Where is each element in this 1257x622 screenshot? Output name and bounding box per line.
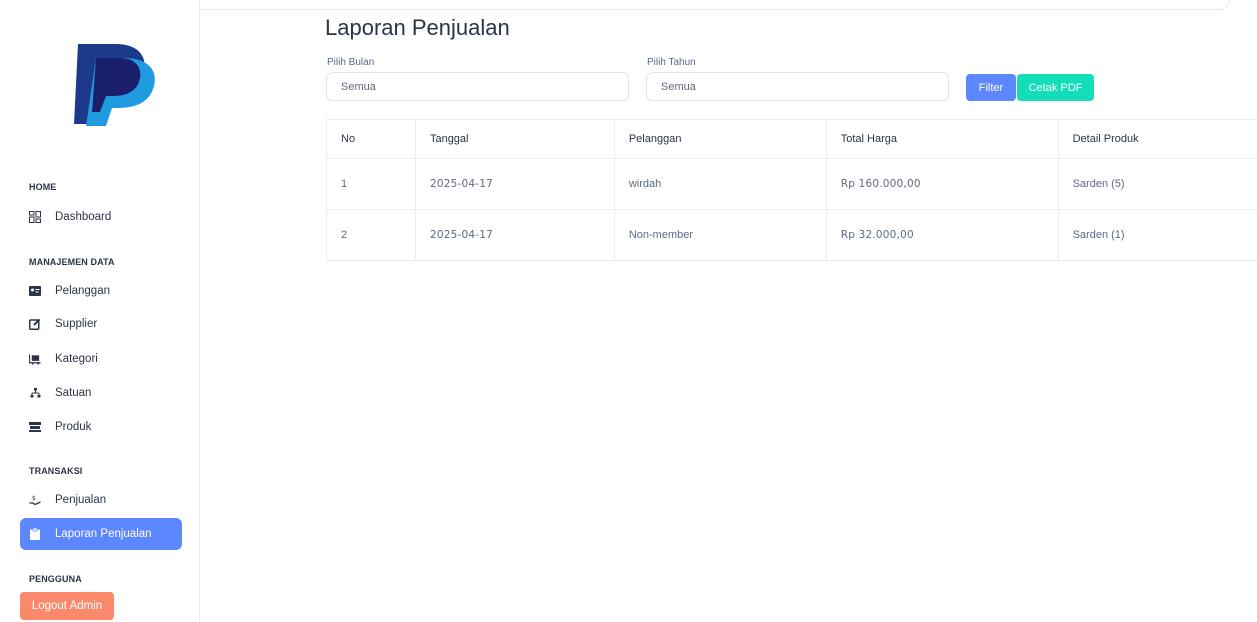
cell-total-harga: Rp 160.000,00 (825, 158, 1059, 210)
hand-coin-icon: $ (29, 494, 41, 506)
sidebar-item-pelanggan[interactable]: Pelanggan (20, 275, 182, 307)
edit-icon (29, 318, 41, 330)
section-home: HOME (29, 182, 57, 192)
svg-text:$: $ (32, 495, 36, 502)
paypal-logo (74, 44, 155, 126)
cell-pelanggan: Non-member (613, 209, 827, 261)
cell-detail-produk: Sarden (5) (1057, 158, 1257, 210)
cell-tanggal: 2025-04-17 (414, 158, 615, 210)
table-row: 2 2025-04-17 Non-member Rp 32.000,00 Sar… (326, 209, 1257, 261)
header-pelanggan: Pelanggan (613, 119, 827, 159)
cell-no: 2 (326, 209, 416, 261)
header-no: No (326, 119, 416, 159)
month-select-value: Semua (341, 80, 376, 93)
sidebar-item-produk[interactable]: Produk (20, 411, 182, 443)
cell-pelanggan: wirdah (613, 158, 827, 210)
year-select-value: Semua (661, 80, 696, 93)
sidebar-item-laporan-penjualan[interactable]: Laporan Penjualan (20, 518, 182, 550)
cell-detail-produk: Sarden (1) (1057, 209, 1257, 261)
filter-button[interactable]: Filter (966, 74, 1016, 101)
month-label: Pilih Bulan (327, 57, 375, 68)
id-card-icon (29, 285, 41, 297)
sidebar-item-label: Laporan Penjualan (55, 528, 152, 540)
table-row: 1 2025-04-17 wirdah Rp 160.000,00 Sarden… (326, 158, 1257, 210)
sidebar: HOME Dashboard MANAJEMEN DATA Pelanggan … (0, 0, 200, 622)
header-detail-produk: Detail Produk (1057, 119, 1257, 159)
sales-report-table: No Tanggal Pelanggan Total Harga Detail … (326, 119, 1257, 261)
sidebar-item-kategori[interactable]: Kategori (20, 343, 182, 375)
sidebar-item-label: Dashboard (55, 211, 112, 223)
sidebar-item-dashboard[interactable]: Dashboard (20, 201, 182, 233)
sidebar-item-penjualan[interactable]: $ Penjualan (20, 484, 182, 516)
box-truck-icon (29, 353, 41, 365)
shelf-icon (29, 421, 41, 433)
table-header-row: No Tanggal Pelanggan Total Harga Detail … (326, 119, 1257, 159)
sidebar-item-label: Supplier (55, 318, 98, 330)
sidebar-item-satuan[interactable]: Satuan (20, 377, 182, 409)
header-total-harga: Total Harga (825, 119, 1059, 159)
page-title: Laporan Penjualan (325, 15, 510, 40)
sidebar-item-label: Penjualan (55, 494, 107, 506)
dashboard-icon (29, 211, 41, 223)
year-select[interactable]: Semua (646, 72, 949, 101)
sidebar-item-supplier[interactable]: Supplier (20, 308, 182, 340)
section-data: MANAJEMEN DATA (29, 257, 115, 267)
sidebar-item-label: Satuan (55, 387, 92, 399)
cell-total-harga: Rp 32.000,00 (825, 209, 1059, 261)
year-label: Pilih Tahun (647, 57, 696, 68)
section-transaksi: TRANSAKSI (29, 466, 83, 476)
main-content: Laporan Penjualan Pilih Bulan Semua Pili… (200, 0, 1257, 622)
cell-no: 1 (326, 158, 416, 210)
header-tanggal: Tanggal (414, 119, 615, 159)
print-pdf-button[interactable]: Cetak PDF (1017, 74, 1094, 101)
sidebar-item-label: Kategori (55, 353, 98, 365)
cell-tanggal: 2025-04-17 (414, 209, 615, 261)
clipboard-icon (29, 528, 41, 540)
month-select[interactable]: Semua (326, 72, 629, 101)
logout-button[interactable]: Logout Admin (20, 592, 114, 620)
sidebar-item-label: Pelanggan (55, 285, 110, 297)
hierarchy-icon (29, 387, 41, 399)
section-pengguna: PENGGUNA (29, 574, 82, 584)
sidebar-item-label: Produk (55, 421, 92, 433)
